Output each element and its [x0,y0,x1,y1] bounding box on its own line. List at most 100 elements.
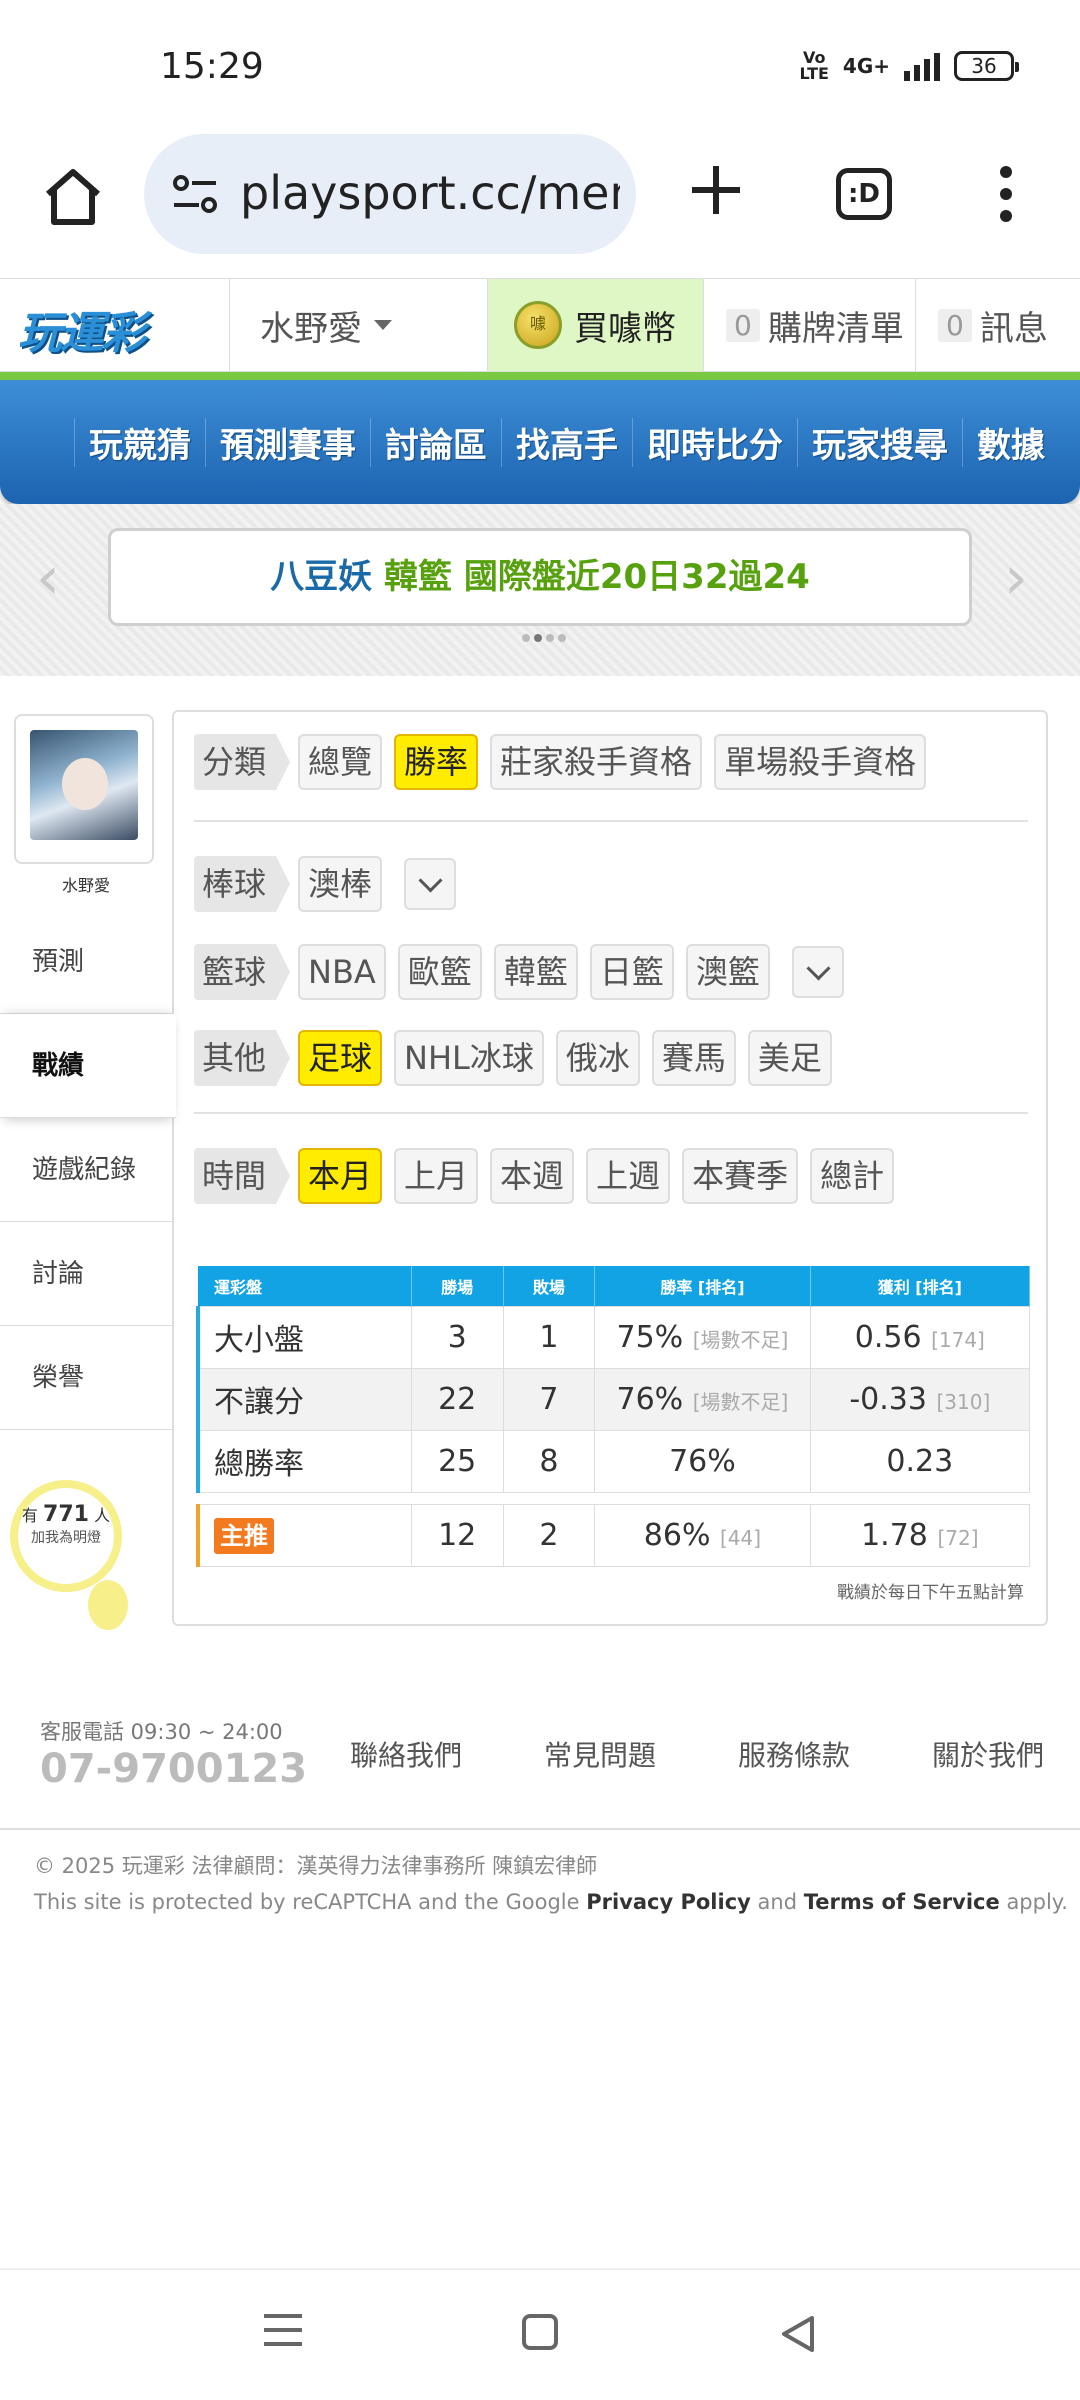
home-square-icon[interactable] [522,2314,558,2350]
chip-aus-basketball[interactable]: 澳籃 [685,944,770,1000]
message-count: 0 [938,308,972,342]
network-type: 4G+ [842,54,890,78]
footer-link-about[interactable]: 關於我們 [932,1734,1080,1774]
avatar[interactable] [14,714,154,864]
column-header: 勝率 [排名] [594,1266,811,1306]
chip-last-month[interactable]: 上月 [394,1148,479,1204]
more-menu-icon[interactable] [996,166,1016,226]
battery-icon: 36 [954,51,1019,81]
signal-icon [904,51,940,81]
filter-baseball: 棒球 澳棒 [194,856,457,912]
profile-username: 水野愛 [61,876,110,895]
chip-this-season[interactable]: 本賽季 [682,1148,799,1204]
sidebar-item-record[interactable]: 戰績 [0,1014,176,1118]
chip-banker-killer[interactable]: 莊家殺手資格 [490,734,703,790]
main-pick-badge[interactable]: 主推 [214,1517,274,1554]
filter-label: 籃球 [194,944,291,1000]
footer-link-faq[interactable]: 常見問題 [544,1734,738,1774]
volte-icon: Vo LTE [799,48,829,83]
user-dropdown[interactable]: 水野愛 [230,279,488,371]
chip-khl[interactable]: 俄冰 [555,1030,640,1086]
chip-euro-basketball[interactable]: 歐籃 [397,944,482,1000]
filter-label: 其他 [194,1030,291,1086]
footer-link-contact[interactable]: 聯絡我們 [350,1734,544,1774]
announcement-banner[interactable]: 八豆妖 韓籃 國際盤近20日32過24 [108,528,972,626]
nav-item-predict[interactable]: 預測賽事 [205,417,370,467]
chip-overview[interactable]: 總覽 [298,734,383,790]
privacy-policy-link[interactable]: Privacy Policy [586,1890,751,1914]
filter-time: 時間 本月 上月 本週 上週 本賽季 總計 [194,1148,895,1204]
terms-of-service-link[interactable]: Terms of Service [804,1890,1000,1914]
lightbulb-icon [88,1580,128,1630]
site-logo[interactable]: 玩運彩 [0,279,230,371]
column-header: 運彩盤 [198,1266,412,1306]
main-nav: 玩競猜 預測賽事 討論區 找高手 即時比分 玩家搜尋 數據 [0,380,1080,504]
divider [0,1828,1080,1830]
chevron-down-icon[interactable] [791,946,844,998]
profile-menu: 預測 戰績 遊戲紀錄 討論 榮譽 [0,910,176,1430]
recent-apps-icon[interactable] [264,2314,302,2356]
chip-soccer[interactable]: 足球 [298,1030,383,1086]
recaptcha-notice: This site is protected by reCAPTCHA and … [34,1890,1068,1914]
nav-item-forum[interactable]: 討論區 [370,417,501,467]
status-time: 15:29 [160,46,264,87]
system-nav-bar [0,2268,1080,2400]
nav-item-guess[interactable]: 玩競猜 [74,417,205,467]
chip-last-week[interactable]: 上週 [586,1148,671,1204]
filter-label: 分類 [194,734,291,790]
chip-this-month[interactable]: 本月 [298,1148,383,1204]
nav-item-livescore[interactable]: 即時比分 [632,417,797,467]
chip-japan-basketball[interactable]: 日籃 [589,944,674,1000]
browser-toolbar: playsport.cc/men :D [0,134,1080,278]
footer-link-terms[interactable]: 服務條款 [738,1734,932,1774]
home-icon[interactable] [40,164,106,230]
new-tab-icon[interactable] [688,162,744,218]
carousel-dots [522,634,566,642]
status-bar: 15:29 Vo LTE 4G+ 36 [0,0,1080,134]
chip-single-killer[interactable]: 單場殺手資格 [714,734,927,790]
cart-count: 0 [726,308,760,342]
chevron-left-icon[interactable]: ‹ [36,548,76,608]
nav-item-experts[interactable]: 找高手 [501,417,632,467]
chip-nfl[interactable]: 美足 [747,1030,832,1086]
table-row: 大小盤 3 1 75% [場數不足] 0.56 [174] [195,1305,1031,1369]
service-hours: 客服電話 09:30 ~ 24:00 [40,1720,283,1744]
url-text[interactable]: playsport.cc/men [240,166,620,220]
record-panel: 分類 總覽 勝率 莊家殺手資格 單場殺手資格 棒球 澳棒 籃球 NBA 歐籃 韓… [172,710,1048,1626]
address-bar[interactable]: playsport.cc/men [144,134,636,254]
chevron-down-icon[interactable] [404,858,457,910]
sidebar-item-discussion[interactable]: 討論 [0,1222,172,1326]
site-settings-icon[interactable] [172,174,218,214]
chevron-right-icon[interactable]: › [1004,548,1044,608]
chip-abl[interactable]: 澳棒 [298,856,383,912]
chip-win-rate[interactable]: 勝率 [394,734,479,790]
avatar-image [30,730,138,840]
column-header: 勝場 [411,1266,504,1306]
nav-item-player-search[interactable]: 玩家搜尋 [797,417,962,467]
chip-nhl[interactable]: NHL冰球 [394,1030,544,1086]
chip-horse-racing[interactable]: 賽馬 [651,1030,736,1086]
service-phone[interactable]: 07-9700123 [40,1746,307,1792]
announcement-text: 韓籃 國際盤近20日32過24 [384,557,810,597]
sidebar-item-honor[interactable]: 榮譽 [0,1326,172,1430]
record-table: 運彩盤 勝場 敗場 勝率 [排名] 獲利 [排名] 大小盤 3 1 75% [場… [195,1266,1031,1567]
chip-korea-basketball[interactable]: 韓籃 [493,944,578,1000]
filter-other: 其他 足球 NHL冰球 俄冰 賽馬 美足 [194,1030,832,1086]
table-row-main-pick: 主推 12 2 86% [44] 1.78 [72] [195,1503,1031,1567]
chip-nba[interactable]: NBA [298,944,386,1000]
chip-total[interactable]: 總計 [810,1148,895,1204]
lightbulb-follow-button[interactable]: 有 771 人 加我為明燈 [10,1480,130,1630]
sidebar-item-predict[interactable]: 預測 [0,910,172,1014]
nav-item-data[interactable]: 數據 [962,417,1059,467]
divider [194,820,1028,822]
column-header: 獲利 [排名] [810,1266,1031,1306]
table-row: 不讓分 22 7 76% [場數不足] -0.33 [310] [195,1367,1031,1431]
buy-coin-button[interactable]: 噱 買噱幣 [488,279,704,371]
sidebar-item-game-log[interactable]: 遊戲紀錄 [0,1118,172,1222]
table-footnote: 戰績於每日下午五點計算 [837,1583,1024,1603]
tabs-button[interactable]: :D [836,168,892,220]
chip-this-week[interactable]: 本週 [490,1148,575,1204]
messages-link[interactable]: 0 訊息 [916,279,1080,371]
cart-list-link[interactable]: 0 購牌清單 [704,279,916,371]
back-icon[interactable] [778,2314,818,2354]
